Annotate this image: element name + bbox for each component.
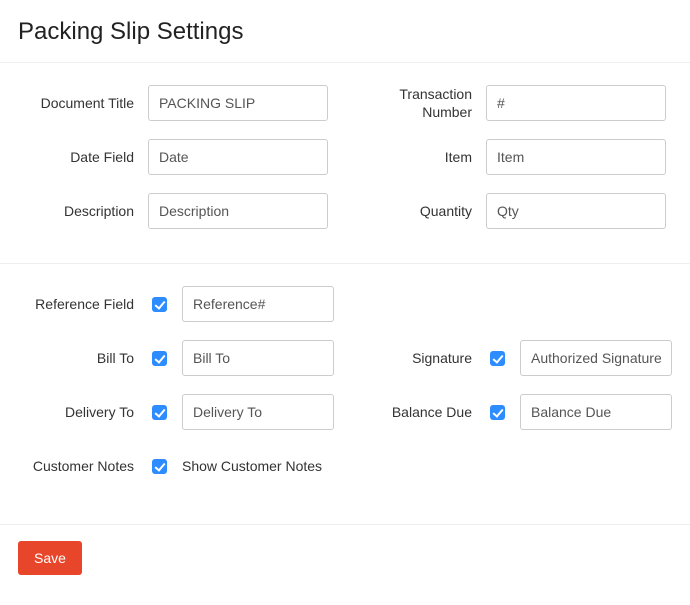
checkbox-bill-to[interactable]	[152, 351, 167, 366]
input-document-title[interactable]	[148, 85, 328, 121]
input-reference-field[interactable]	[182, 286, 334, 322]
section-basic: Document Title Date Field Description Tr…	[0, 63, 690, 255]
checkbox-signature[interactable]	[490, 351, 505, 366]
input-signature[interactable]	[520, 340, 672, 376]
checkbox-delivery-to[interactable]	[152, 405, 167, 420]
col-left-2: Reference Field Bill To Delivery To Cust…	[18, 286, 334, 502]
input-date-field[interactable]	[148, 139, 328, 175]
label-customer-notes: Customer Notes	[18, 457, 148, 475]
label-description: Description	[18, 202, 148, 220]
label-date-field: Date Field	[18, 148, 148, 166]
label-balance-due: Balance Due	[356, 403, 486, 421]
checkbox-reference-field[interactable]	[152, 297, 167, 312]
checkbox-customer-notes[interactable]	[152, 459, 167, 474]
input-balance-due[interactable]	[520, 394, 672, 430]
input-delivery-to[interactable]	[182, 394, 334, 430]
label-reference-field: Reference Field	[18, 295, 148, 313]
label-signature: Signature	[356, 349, 486, 367]
label-quantity: Quantity	[356, 202, 486, 220]
col-right-2: . Signature Balance Due	[356, 286, 672, 502]
page-title: Packing Slip Settings	[0, 0, 690, 63]
label-bill-to: Bill To	[18, 349, 148, 367]
section-toggleable: Reference Field Bill To Delivery To Cust…	[0, 264, 690, 510]
save-button[interactable]: Save	[18, 541, 82, 575]
input-description[interactable]	[148, 193, 328, 229]
checkbox-balance-due[interactable]	[490, 405, 505, 420]
label-item: Item	[356, 148, 486, 166]
label-document-title: Document Title	[18, 94, 148, 112]
label-delivery-to: Delivery To	[18, 403, 148, 421]
text-show-customer-notes: Show Customer Notes	[182, 458, 322, 474]
input-bill-to[interactable]	[182, 340, 334, 376]
input-quantity[interactable]	[486, 193, 666, 229]
col-right-1: Transaction Number Item Quantity	[356, 85, 672, 247]
footer: Save	[0, 524, 690, 585]
label-transaction-number: Transaction Number	[356, 85, 486, 121]
col-left-1: Document Title Date Field Description	[18, 85, 334, 247]
input-item[interactable]	[486, 139, 666, 175]
packing-slip-settings-page: Packing Slip Settings Document Title Dat…	[0, 0, 690, 605]
input-transaction-number[interactable]	[486, 85, 666, 121]
